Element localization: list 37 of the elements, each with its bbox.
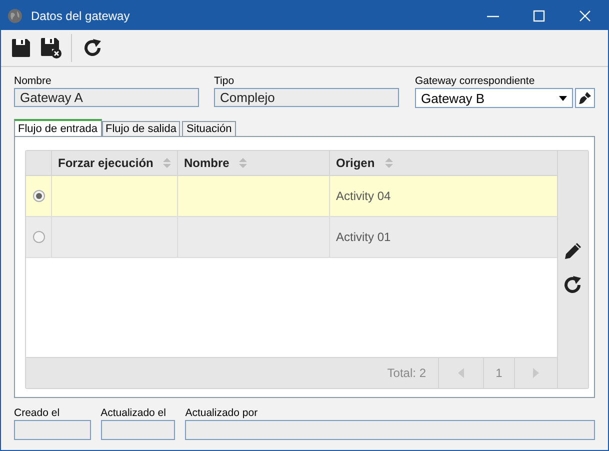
field-label: Tipo <box>214 75 236 88</box>
caret-icon <box>559 96 568 100</box>
sort-icon <box>239 158 248 168</box>
radio-button[interactable] <box>32 190 44 202</box>
refresh-icon[interactable] <box>83 38 103 58</box>
column-header[interactable]: Nombre <box>177 151 329 175</box>
radio-button[interactable] <box>32 231 44 243</box>
brush-button[interactable] <box>575 88 595 108</box>
maximize-icon[interactable] <box>533 10 545 22</box>
field-label: Nombre <box>14 75 52 88</box>
field-label: Gateway correspondiente <box>415 75 536 88</box>
field-label: Creado el <box>14 407 61 420</box>
refresh-icon[interactable] <box>563 275 583 295</box>
text-field[interactable] <box>185 420 595 440</box>
column-header[interactable]: Forzar ejecución <box>51 151 177 175</box>
text-field[interactable]: Complejo <box>214 88 399 107</box>
table-cell: Activity 04 <box>336 189 391 203</box>
sort-icon <box>384 158 393 168</box>
tab[interactable]: Situación <box>182 121 236 136</box>
dropdown[interactable]: Gateway B <box>415 88 574 108</box>
text-field[interactable]: Gateway A <box>14 88 199 107</box>
save-close-icon[interactable] <box>40 37 62 59</box>
edit-icon[interactable] <box>563 241 583 261</box>
save-icon[interactable] <box>11 38 31 58</box>
text-field[interactable] <box>14 420 91 440</box>
total-count: Total: 2 <box>387 366 426 380</box>
brush-icon <box>578 91 592 105</box>
field-label: Actualizado el <box>100 407 167 420</box>
table-cell: Activity 01 <box>336 230 391 244</box>
window-title: Datos del gateway <box>31 8 130 22</box>
tab[interactable]: Flujo de salida <box>102 121 180 136</box>
tab[interactable]: Flujo de entrada <box>14 119 102 136</box>
close-icon[interactable] <box>579 10 591 22</box>
text-field[interactable] <box>100 420 176 440</box>
globe-icon <box>7 8 23 24</box>
field-label: Actualizado por <box>185 407 259 420</box>
sort-icon <box>163 158 172 168</box>
